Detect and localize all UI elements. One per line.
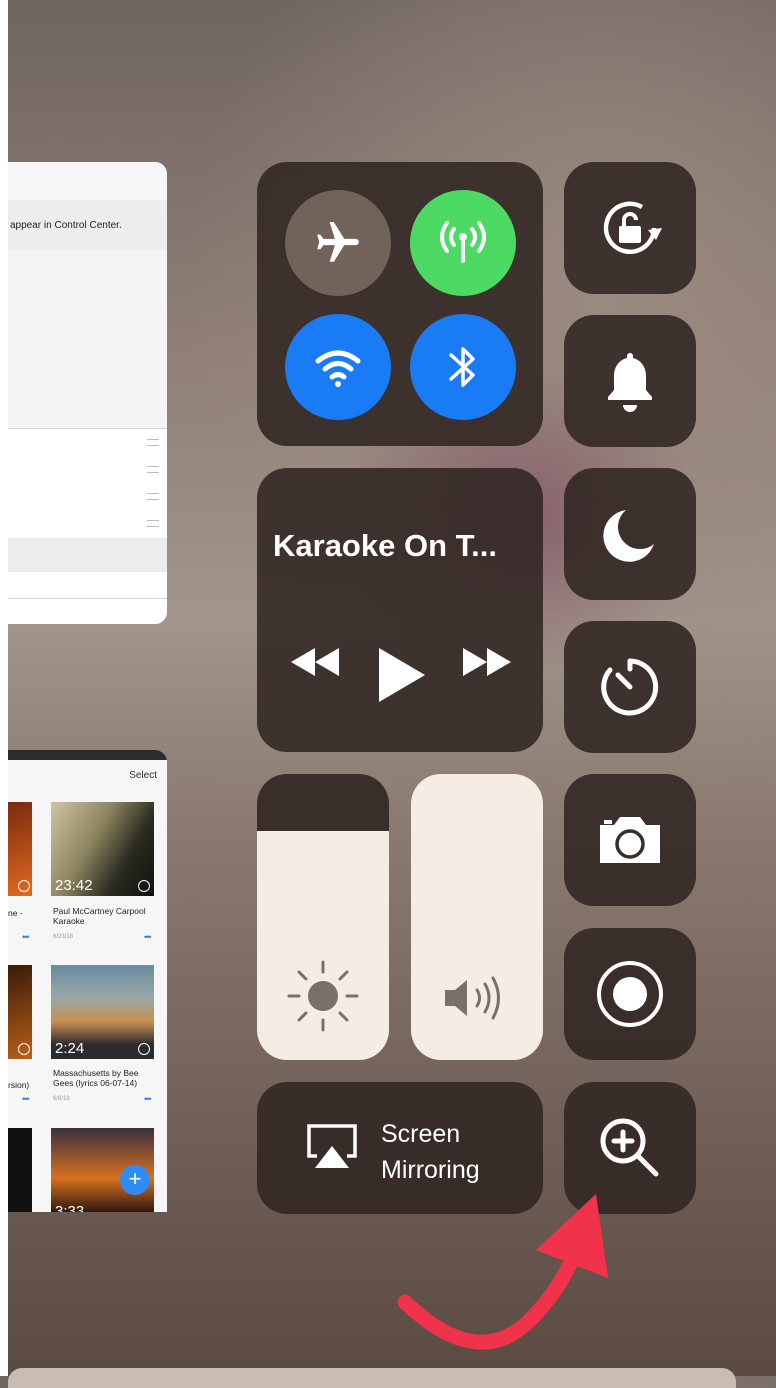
dock-edge	[8, 1368, 736, 1388]
annotation-arrow	[397, 1194, 608, 1350]
